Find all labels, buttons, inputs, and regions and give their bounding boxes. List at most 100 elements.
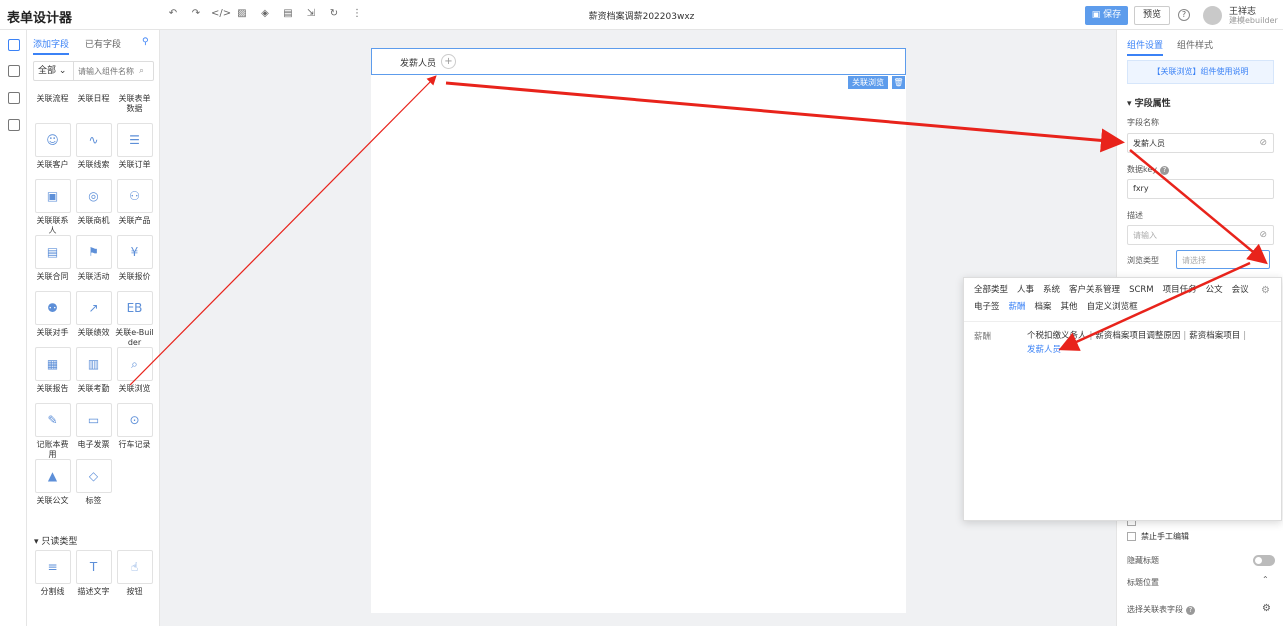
avatar[interactable] xyxy=(1203,6,1222,25)
type-select[interactable]: 全部 ⌄ xyxy=(34,62,74,80)
palette-item-icon: ☰ xyxy=(116,123,153,157)
tab-add-fields[interactable]: 添加字段 xyxy=(33,37,70,55)
category-0[interactable]: 全部类型 xyxy=(974,284,1008,296)
category-7[interactable]: 会议 xyxy=(1232,284,1249,296)
hide-title-label: 隐藏标题 xyxy=(1127,556,1159,565)
redo-icon[interactable]: ↷ xyxy=(188,8,204,19)
pin-icon[interactable]: ⚲ xyxy=(142,37,149,47)
palette-item[interactable]: ⚇ 关联产品 xyxy=(115,179,154,235)
template-icon[interactable] xyxy=(8,119,20,131)
palette-item[interactable]: ∿ 关联线索 xyxy=(74,123,113,179)
preview-button[interactable]: 预览 xyxy=(1134,6,1170,25)
tab-existing-fields[interactable]: 已有字段 xyxy=(85,37,121,55)
palette-item[interactable]: 关联日程 xyxy=(74,91,113,123)
category-6[interactable]: 公文 xyxy=(1206,284,1223,296)
category-2[interactable]: 系统 xyxy=(1043,284,1060,296)
browse-option-selected[interactable]: 发薪人员 xyxy=(1027,345,1061,355)
palette-item[interactable]: ✎ 记账本费用 xyxy=(33,403,72,459)
palette-item[interactable]: ▲ 关联公文 xyxy=(33,459,72,515)
globe-icon[interactable]: ⊘ xyxy=(1259,138,1267,148)
image-icon[interactable]: ▨ xyxy=(234,8,250,19)
palette-item[interactable]: ▣ 关联联系人 xyxy=(33,179,72,235)
palette-item[interactable]: ▦ 关联报告 xyxy=(33,347,72,403)
description-input[interactable]: 请输入 ⊘ xyxy=(1127,225,1274,245)
category-1[interactable]: 人事 xyxy=(1017,284,1034,296)
readonly-section-title: 只读类型 xyxy=(41,537,78,547)
category-3[interactable]: 客户关系管理 xyxy=(1069,284,1120,296)
tab-component-settings[interactable]: 组件设置 xyxy=(1127,38,1164,56)
palette-item[interactable]: ▥ 关联考勤 xyxy=(74,347,113,403)
save-button[interactable]: ▣ 保存 xyxy=(1085,6,1128,25)
palette-item[interactable]: ≡ 分割线 xyxy=(33,550,72,606)
palette-item[interactable]: ⊙ 行车记录 xyxy=(115,403,154,459)
form-page[interactable] xyxy=(371,48,906,613)
help-icon[interactable]: ? xyxy=(1186,606,1195,615)
palette-item-label: 电子发票 xyxy=(77,440,110,449)
save-draft-icon[interactable]: ▤ xyxy=(280,8,296,19)
history-icon[interactable]: ↻ xyxy=(326,8,342,19)
browse-type-select[interactable]: 请选择 ⌕ xyxy=(1176,250,1270,269)
search-icon[interactable]: ⌕ xyxy=(139,62,153,80)
palette-item[interactable]: T 描述文字 xyxy=(74,550,113,606)
category-5[interactable]: 项目任务 xyxy=(1163,284,1197,296)
readonly-section-header[interactable]: ▾ 只读类型 xyxy=(34,534,77,547)
undo-icon[interactable]: ↶ xyxy=(165,8,181,19)
layers-icon[interactable]: ◈ xyxy=(257,8,273,19)
palette-item[interactable]: ◇ 标签 xyxy=(74,459,113,515)
palette-item[interactable]: ☺ 关联客户 xyxy=(33,123,72,179)
palette-item[interactable]: ⌕ 关联浏览 xyxy=(115,347,154,403)
palette-item[interactable]: ⚉ 关联对手 xyxy=(33,291,72,347)
layout-icon[interactable] xyxy=(8,65,20,77)
code-icon[interactable]: </> xyxy=(211,8,231,19)
hide-title-toggle[interactable] xyxy=(1253,555,1275,566)
palette-item[interactable]: ▭ 电子发票 xyxy=(74,403,113,459)
palette-item[interactable]: 关联表单数据 xyxy=(115,91,154,123)
palette-item[interactable]: 关联流程 xyxy=(33,91,72,123)
palette-item[interactable]: ◎ 关联商机 xyxy=(74,179,113,235)
palette-item[interactable]: ⚑ 关联活动 xyxy=(74,235,113,291)
palette-item-label: 分割线 xyxy=(40,587,65,596)
palette-item[interactable]: ↗ 关联绩效 xyxy=(74,291,113,347)
palette-item-icon: T xyxy=(75,550,112,584)
disable-manual-checkbox[interactable] xyxy=(1127,532,1136,541)
data-key-input[interactable]: fxry xyxy=(1127,179,1274,199)
field-props-section[interactable]: ▾ 字段属性 xyxy=(1127,96,1171,109)
selected-field[interactable]: 发薪人员 + xyxy=(371,48,906,75)
field-type-tag: 关联浏览 xyxy=(848,76,888,89)
gear-icon[interactable]: ⚙ xyxy=(1261,285,1270,296)
palette-item-label: 关联线索 xyxy=(77,160,110,169)
gear-icon[interactable]: ⚙ xyxy=(1262,603,1271,614)
category-12[interactable]: 自定义浏览框 xyxy=(1087,301,1138,313)
tab-component-style[interactable]: 组件样式 xyxy=(1177,38,1213,56)
chart-icon[interactable] xyxy=(8,92,20,104)
palette-item[interactable]: ☝ 按钮 xyxy=(115,550,154,606)
app-title: 表单设计器 xyxy=(7,11,73,26)
browse-option[interactable]: 个税扣缴义务人 xyxy=(1027,331,1087,341)
palette-item-label: 关联产品 xyxy=(118,216,151,225)
category-8[interactable]: 电子签 xyxy=(974,301,1000,313)
component-search-input[interactable] xyxy=(74,62,139,80)
browse-option[interactable]: 薪资档案项目调整原因 xyxy=(1095,331,1180,341)
browse-option[interactable]: 薪资档案项目 xyxy=(1189,331,1240,341)
more-icon[interactable]: ⋮ xyxy=(349,8,365,19)
category-10[interactable]: 档案 xyxy=(1035,301,1052,313)
palette-item[interactable]: ¥ 关联报价 xyxy=(115,235,154,291)
palette-item-icon: ⊙ xyxy=(116,403,153,437)
help-icon[interactable]: ? xyxy=(1178,9,1190,21)
category-11[interactable]: 其他 xyxy=(1061,301,1078,313)
globe-icon[interactable]: ⊘ xyxy=(1259,230,1267,240)
help-icon[interactable]: ? xyxy=(1160,166,1170,175)
category-9[interactable]: 薪酬 xyxy=(1009,301,1026,313)
usage-guide-link[interactable]: 【关联浏览】组件使用说明 xyxy=(1127,60,1274,84)
form-fields-icon[interactable] xyxy=(8,39,20,51)
field-name-input[interactable]: 发薪人员 ⊘ xyxy=(1127,133,1274,153)
chevron-up-icon[interactable]: ⌃ xyxy=(1262,575,1269,584)
add-icon[interactable]: + xyxy=(441,54,456,69)
delete-icon[interactable]: 🗑 xyxy=(891,76,905,89)
component-palette: 添加字段 已有字段 ⚲ 全部 ⌄ ⌕ 关联流程关联日程关联表单数据 ☺关联客户∿关… xyxy=(27,30,160,626)
palette-item[interactable]: ☰ 关联订单 xyxy=(115,123,154,179)
palette-item[interactable]: EB 关联e-Builder xyxy=(115,291,154,347)
category-4[interactable]: SCRM xyxy=(1129,284,1154,296)
import-icon[interactable]: ⇲ xyxy=(303,8,319,19)
palette-item[interactable]: ▤ 关联合同 xyxy=(33,235,72,291)
